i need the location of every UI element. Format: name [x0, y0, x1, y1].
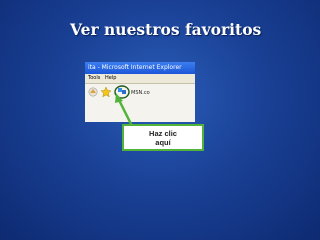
callout-line-2: aquí	[155, 138, 171, 147]
pointer-arrow	[115, 93, 134, 127]
callout-line-1: Haz clic	[149, 129, 177, 138]
callout-box: Haz clic aquí	[122, 124, 204, 151]
